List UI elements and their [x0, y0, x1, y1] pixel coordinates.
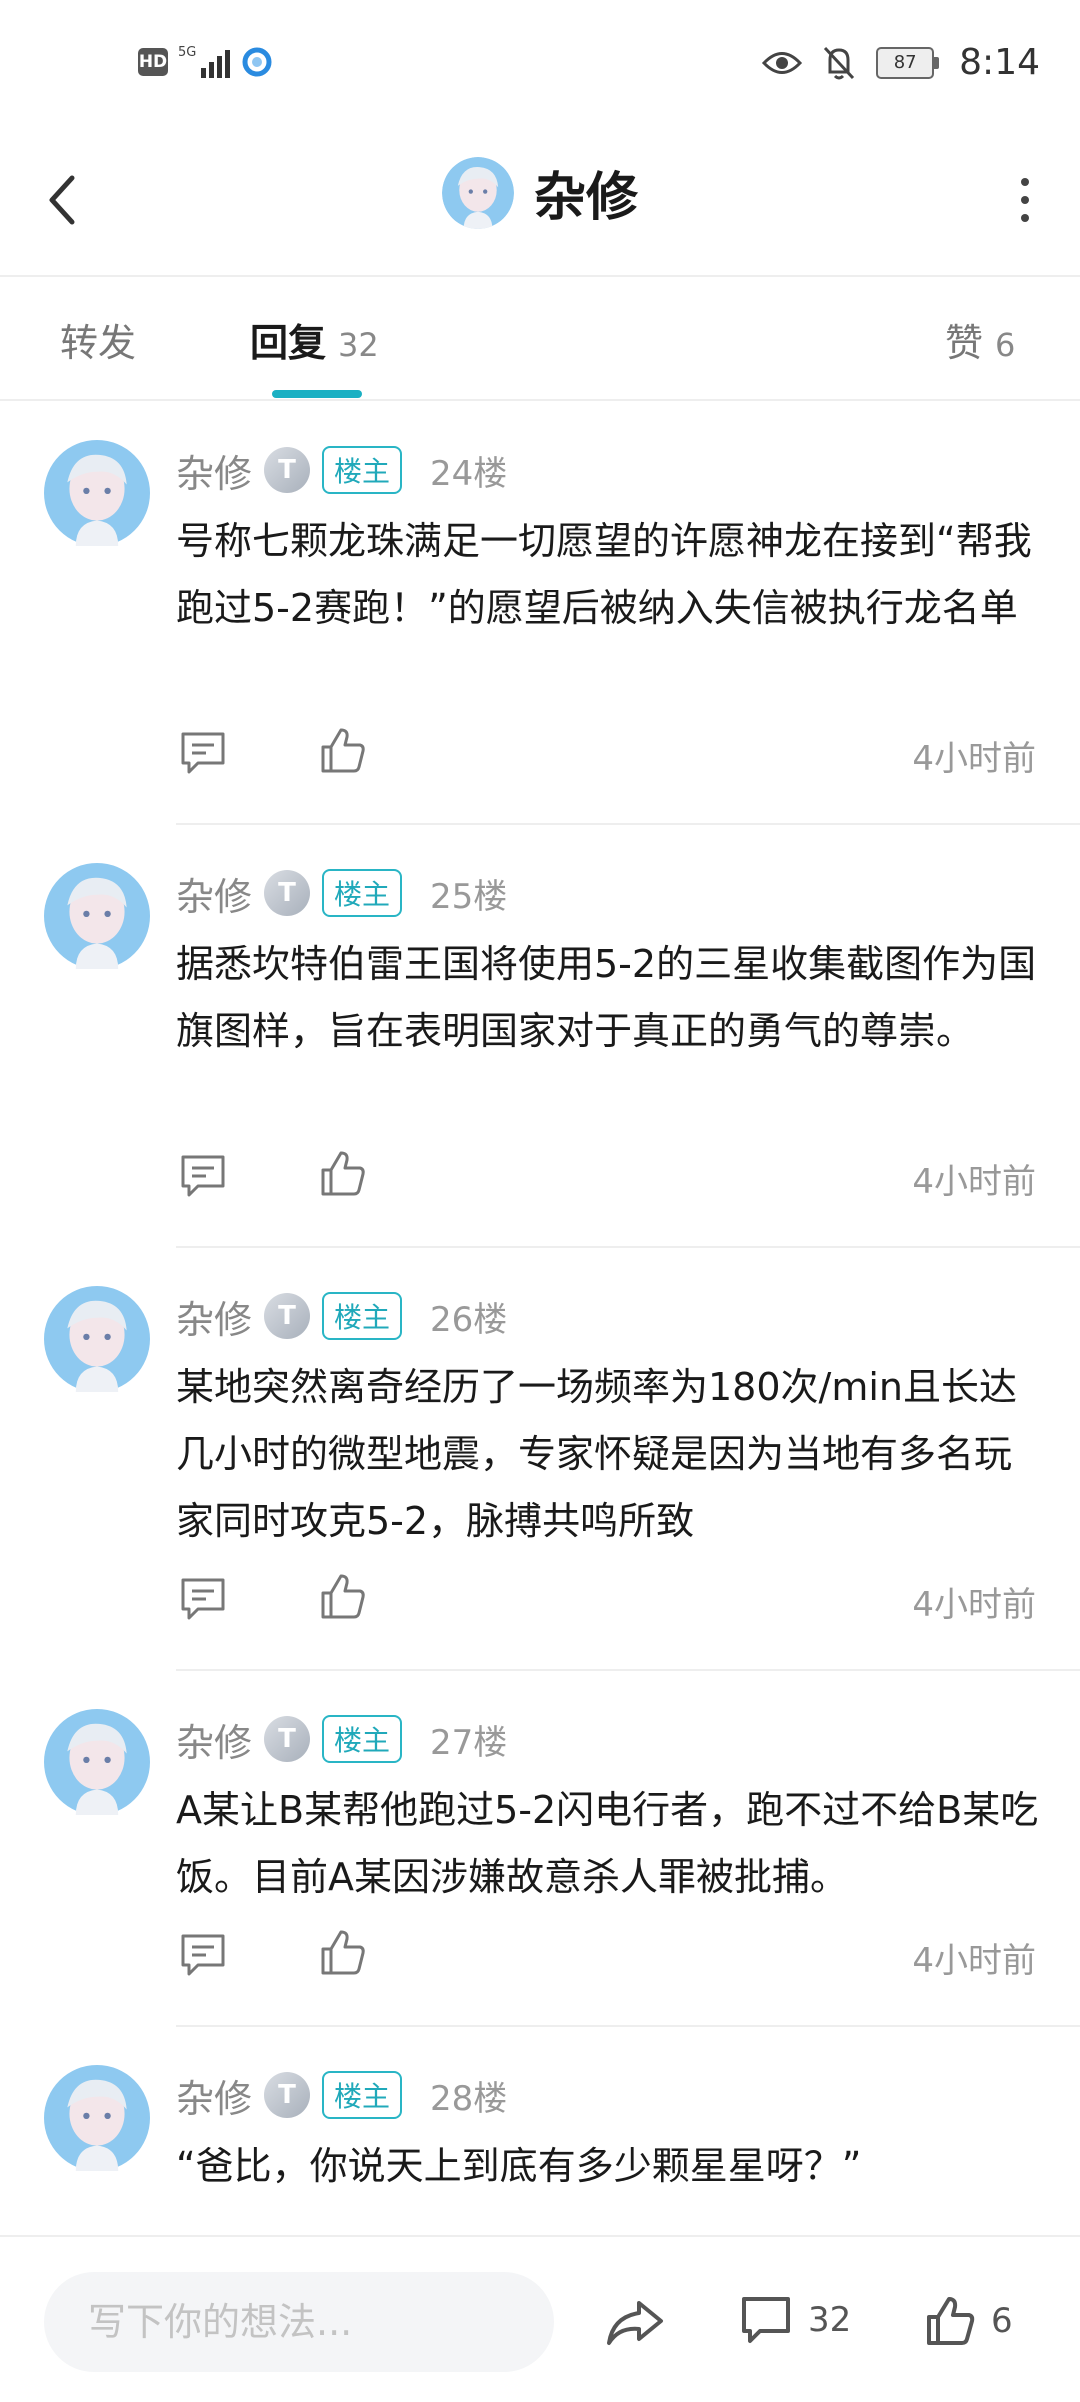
reply-actions: 4小时前 — [176, 1925, 1036, 1985]
clock: 8:14 — [959, 42, 1040, 83]
divider — [176, 2025, 1080, 2027]
reply-content: 据悉坎特伯雷王国将使用5-2的三星收集截图作为国旗图样，旨在表明国家对于真正的勇… — [176, 942, 1037, 1053]
avatar[interactable] — [44, 2065, 150, 2171]
bottom-like-count: 6 — [991, 2301, 1013, 2341]
owner-badge: 楼主 — [322, 1292, 403, 1340]
reply-content: 号称七颗龙珠满足一切愿望的许愿神龙在接到“帮我跑过5-2赛跑！”的愿望后被纳入失… — [176, 519, 1032, 630]
reply-list[interactable]: 杂修 T 楼主 24楼 号称七颗龙珠满足一切愿望的许愿神龙在接到“帮我跑过5-2赛跑！”… — [0, 400, 1080, 2235]
reply-comment-icon[interactable] — [180, 1154, 226, 1200]
divider — [176, 823, 1080, 825]
avatar[interactable] — [44, 440, 150, 546]
timestamp: 4小时前 — [912, 1585, 1036, 1625]
reply-actions: 4小时前 — [176, 1569, 1036, 1629]
divider — [176, 1246, 1080, 1248]
avatar[interactable] — [44, 1286, 150, 1392]
reply-like-icon[interactable] — [320, 727, 366, 775]
tab-replies[interactable]: 回复 32 — [250, 312, 379, 367]
reply-comment-icon[interactable] — [180, 731, 226, 777]
hd-icon: HD — [138, 48, 168, 76]
comment-input[interactable] — [44, 2272, 554, 2372]
reply-content: 某地突然离奇经历了一场频率为180次/min且长达几小时的微型地震，专家怀疑是因… — [176, 1365, 1017, 1543]
floor-number: 24楼 — [430, 453, 508, 494]
tab-likes[interactable]: 赞 6 — [945, 312, 1015, 367]
level-icon: T — [264, 2072, 311, 2118]
like-button[interactable]: 6 — [925, 2295, 1013, 2347]
owner-badge: 楼主 — [322, 1715, 403, 1763]
floor-number: 27楼 — [430, 1722, 508, 1763]
reply-like-icon[interactable] — [320, 1929, 366, 1977]
reply-like-icon[interactable] — [320, 1150, 366, 1198]
level-icon: T — [264, 447, 311, 493]
thread-header: 杂修 — [0, 130, 1080, 277]
eye-icon — [762, 51, 803, 74]
page-title: 杂修 — [533, 168, 638, 228]
reply-like-icon[interactable] — [320, 1573, 366, 1621]
tab-repost[interactable]: 转发 — [60, 312, 136, 367]
share-icon[interactable] — [605, 2297, 665, 2349]
reply-comment-icon[interactable] — [180, 1577, 226, 1623]
avatar[interactable] — [44, 1709, 150, 1815]
owner-badge: 楼主 — [322, 2071, 403, 2119]
comment-icon — [742, 2297, 790, 2343]
level-icon: T — [264, 1293, 311, 1339]
comment-count: 32 — [808, 2300, 852, 2340]
owner-badge: 楼主 — [322, 869, 403, 917]
floor-number: 26楼 — [430, 1299, 508, 1340]
reply-actions: 4小时前 — [176, 723, 1036, 783]
timestamp: 4小时前 — [912, 1941, 1036, 1981]
author-name[interactable]: 杂修 — [176, 1712, 252, 1767]
author-name[interactable]: 杂修 — [176, 1289, 252, 1344]
author-name[interactable]: 杂修 — [176, 866, 252, 921]
battery-level: 87 — [876, 46, 935, 79]
avatar[interactable] — [441, 156, 514, 229]
level-icon: T — [264, 1716, 311, 1762]
reply-comment-icon[interactable] — [180, 1933, 226, 1979]
author-name[interactable]: 杂修 — [176, 443, 252, 498]
bottom-bar: 32 6 — [0, 2235, 1080, 2402]
bell-off-icon — [824, 46, 855, 79]
avatar[interactable] — [44, 863, 150, 969]
floor-number: 28楼 — [430, 2078, 508, 2119]
status-bar: HD 5G 87 8:14 — [0, 0, 1080, 130]
timestamp: 4小时前 — [912, 739, 1036, 779]
reply-content: “爸比，你说天上到底有多少颗星星呀？” — [176, 2144, 862, 2188]
tab-indicator — [272, 390, 362, 398]
signal-icon: 5G — [178, 46, 231, 78]
comment-button[interactable]: 32 — [740, 2295, 851, 2345]
reply-count: 32 — [338, 326, 379, 364]
reply-actions: 4小时前 — [176, 1146, 1036, 1206]
battery-icon: 87 — [876, 46, 940, 79]
floor-number: 25楼 — [430, 876, 508, 917]
level-icon: T — [264, 870, 311, 916]
timestamp: 4小时前 — [912, 1162, 1036, 1202]
app-notification-icon — [242, 47, 272, 77]
author-name[interactable]: 杂修 — [176, 2068, 252, 2123]
like-icon — [927, 2297, 975, 2345]
reply-content: A某让B某帮他跑过5-2闪电行者，跑不过不给B某吃饭。目前A某因涉嫌故意杀人罪被… — [176, 1788, 1039, 1899]
tab-bar: 转发 回复 32 赞 6 — [0, 277, 1080, 401]
owner-badge: 楼主 — [322, 446, 403, 494]
like-count: 6 — [995, 326, 1016, 364]
more-icon[interactable] — [1010, 170, 1040, 230]
divider — [176, 1669, 1080, 1671]
